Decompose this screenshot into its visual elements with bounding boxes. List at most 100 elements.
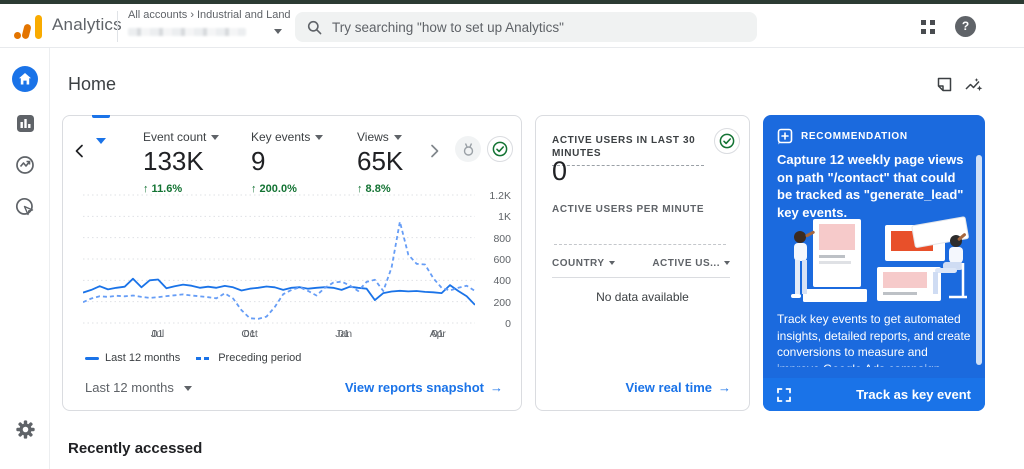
chevron-down-icon xyxy=(211,135,220,141)
y-tick: 1.2K xyxy=(489,190,511,202)
sidebar-item-explore[interactable] xyxy=(12,152,38,178)
topbar-divider xyxy=(117,11,118,42)
analytics-logo-icon[interactable] xyxy=(14,14,44,40)
realtime-table-header: COUNTRY ACTIVE US... xyxy=(552,258,730,278)
property-name-redacted xyxy=(128,28,246,36)
insights-icon[interactable] xyxy=(964,76,984,99)
metric-key-events: Key events 9 ↑ 200.0% xyxy=(251,130,324,195)
property-switcher[interactable] xyxy=(128,25,282,39)
note-icon[interactable] xyxy=(936,76,953,98)
y-tick: 200 xyxy=(493,296,511,309)
logo-dot xyxy=(14,32,21,39)
legend-solid-swatch xyxy=(85,356,99,360)
check-circle-icon[interactable] xyxy=(714,128,740,154)
active-users-value: 0 xyxy=(552,156,568,186)
metric-value: 9 xyxy=(251,146,266,176)
view-reports-snapshot-link[interactable]: View reports snapshot → xyxy=(345,380,503,395)
metric-set-dropdown-icon[interactable] xyxy=(96,138,106,144)
column-active-users[interactable]: ACTIVE US... xyxy=(652,258,730,269)
date-range-selector[interactable]: Last 12 months xyxy=(85,380,192,395)
sidebar-item-reports[interactable] xyxy=(12,110,38,136)
per-minute-label: ACTIVE USERS PER MINUTE xyxy=(552,204,705,215)
sidebar xyxy=(0,48,50,469)
trend-chart-svg xyxy=(83,194,475,324)
home-icon xyxy=(19,73,31,85)
y-tick: 800 xyxy=(493,232,511,245)
breadcrumb[interactable]: All accounts › Industrial and Land xyxy=(128,9,291,21)
logo-bar-tall xyxy=(35,15,42,39)
sidebar-item-home[interactable] xyxy=(12,66,38,92)
metric-event-count: Event count 133K ↑ 11.6% xyxy=(143,130,220,195)
logo-bar-short xyxy=(21,23,32,40)
arrow-right-icon: → xyxy=(490,380,503,395)
y-tick: 1K xyxy=(498,211,511,224)
carousel-prev-button[interactable] xyxy=(71,142,89,160)
sidebar-item-admin[interactable] xyxy=(12,416,38,442)
recommendation-tag: RECOMMENDATION xyxy=(801,131,908,142)
y-tick: 400 xyxy=(493,275,511,288)
metric-value: 65K xyxy=(357,146,404,176)
active-tab-indicator xyxy=(92,115,110,118)
recently-accessed-title: Recently accessed xyxy=(68,440,203,457)
reports-icon xyxy=(16,114,34,132)
chevron-down-icon xyxy=(315,135,324,141)
metric-value: 133K xyxy=(143,146,204,176)
apps-grid-icon[interactable] xyxy=(921,20,935,34)
recommendation-illustration xyxy=(791,216,969,302)
legend-label: Preceding period xyxy=(218,352,302,364)
recommendation-headline: Capture 12 weekly page views on path "/c… xyxy=(777,152,964,220)
metric-dropdown[interactable]: Event count xyxy=(143,130,220,144)
help-icon[interactable]: ? xyxy=(955,16,976,37)
chevron-down-icon xyxy=(274,29,282,34)
expand-icon xyxy=(777,387,791,402)
action-label: Track as key event xyxy=(856,387,971,402)
topbar: Analytics All accounts › Industrial and La… xyxy=(0,4,1024,48)
card-scrollbar[interactable] xyxy=(976,155,982,365)
benchmark-icon[interactable] xyxy=(455,136,481,162)
check-circle-icon[interactable] xyxy=(487,136,513,162)
recommendation-badge-icon xyxy=(777,128,793,145)
chevron-down-icon xyxy=(393,135,402,141)
metric-dropdown[interactable]: Key events xyxy=(251,130,324,144)
breadcrumb-separator: › xyxy=(190,9,194,21)
trend-chart[interactable]: 1.2K 1K 800 600 400 200 0 01 Jul 01 Oct 01 Jan 01 Apr xyxy=(83,190,511,354)
empty-bar-chart-baseline xyxy=(554,244,726,245)
search-bar[interactable] xyxy=(295,12,757,42)
series-dashed xyxy=(83,220,475,320)
breadcrumb-current: Industrial and Land xyxy=(196,9,291,21)
chevron-down-icon xyxy=(608,261,615,266)
recommendation-header: RECOMMENDATION xyxy=(777,128,908,145)
breadcrumb-root: All accounts xyxy=(128,9,188,21)
track-as-key-event-button[interactable]: Track as key event xyxy=(763,378,985,411)
page-title: Home xyxy=(68,74,117,94)
carousel-next-button[interactable] xyxy=(425,142,443,160)
sidebar-item-advertising[interactable] xyxy=(12,194,38,220)
overview-footer: Last 12 months View reports snapshot → xyxy=(63,370,521,410)
no-data-message: No data available xyxy=(596,290,689,304)
overview-card: Event count 133K ↑ 11.6% Key events 9 ↑ … xyxy=(62,115,522,411)
view-real-time-link[interactable]: View real time → xyxy=(626,380,731,395)
x-axis-labels: 01 Jul 01 Oct 01 Jan 01 Apr xyxy=(150,328,446,340)
realtime-card: ACTIVE USERS IN LAST 30 MINUTES 0 ACTIVE… xyxy=(535,115,750,411)
legend-label: Last 12 months xyxy=(105,352,181,364)
y-axis-labels: 1.2K 1K 800 600 400 200 0 xyxy=(481,190,511,332)
chevron-down-icon xyxy=(724,261,730,266)
search-icon xyxy=(307,20,322,34)
arrow-right-icon: → xyxy=(718,380,731,395)
chevron-down-icon xyxy=(183,386,192,392)
settings-gear-icon xyxy=(15,419,35,439)
explore-icon xyxy=(16,156,34,174)
advertising-icon xyxy=(15,197,34,216)
search-input[interactable] xyxy=(332,19,712,35)
metric-dropdown[interactable]: Views xyxy=(357,130,403,144)
brand-title: Analytics xyxy=(52,15,122,34)
realtime-title: ACTIVE USERS IN LAST 30 MINUTES xyxy=(552,134,704,166)
metric-views: Views 65K ↑ 8.8% xyxy=(357,130,403,195)
realtime-footer: View real time → xyxy=(536,370,749,410)
column-country[interactable]: COUNTRY xyxy=(552,258,615,269)
legend-dashed-swatch xyxy=(196,356,213,360)
y-tick: 600 xyxy=(493,254,511,266)
y-tick: 0 xyxy=(505,318,511,330)
recommendation-card: RECOMMENDATION Capture 12 weekly page vi… xyxy=(763,115,985,411)
recommendation-body: Track key events to get automated insigh… xyxy=(777,312,971,367)
